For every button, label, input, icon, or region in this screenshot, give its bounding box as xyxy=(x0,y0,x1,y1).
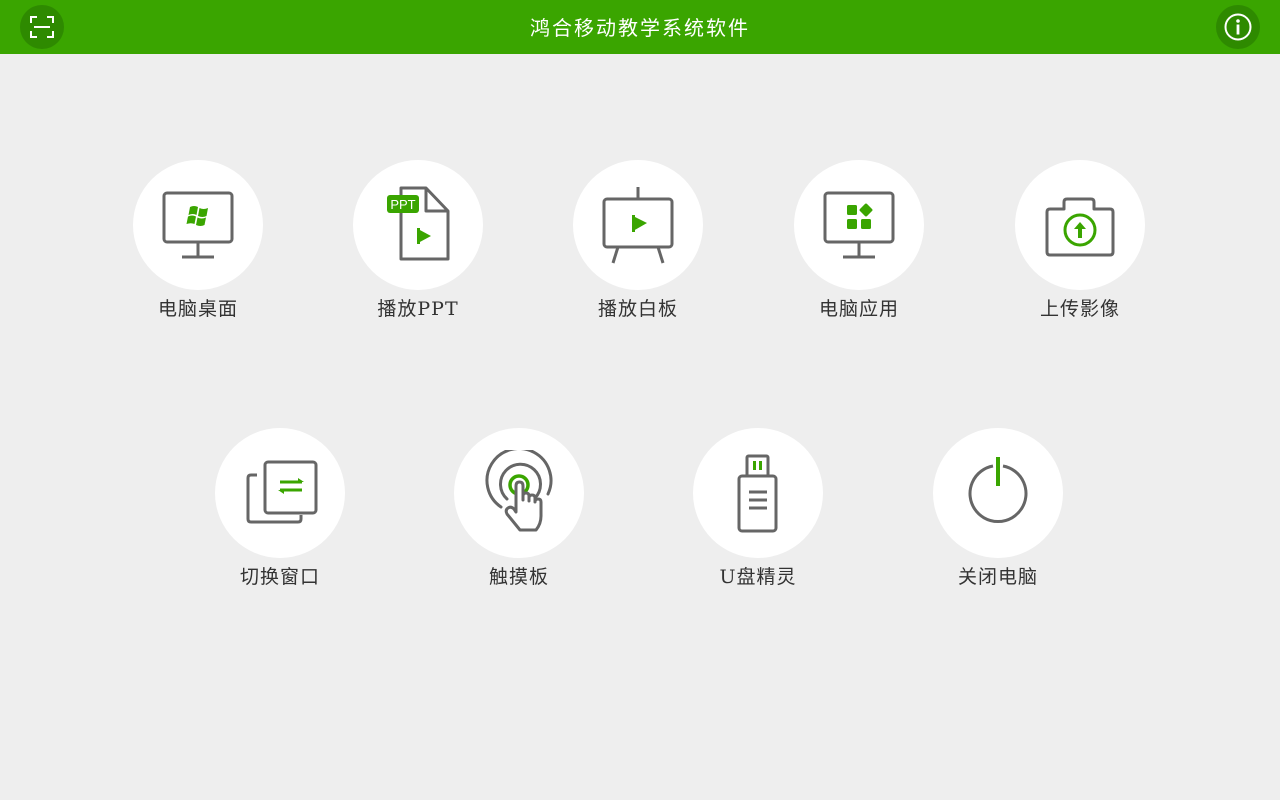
tile-label: U盘精灵 xyxy=(719,566,797,588)
tile-label: 播放PPT xyxy=(377,298,459,320)
switch-window-icon xyxy=(246,460,318,524)
scan-button[interactable] xyxy=(20,5,64,49)
tile-icon-circle xyxy=(133,160,263,290)
tile-label: 电脑应用 xyxy=(818,298,899,320)
tile-shutdown-computer[interactable]: 关闭电脑 xyxy=(908,428,1088,603)
tile-icon-circle xyxy=(933,428,1063,558)
app-header: 鸿合移动教学系统软件 xyxy=(0,0,1280,54)
info-button[interactable] xyxy=(1216,5,1260,49)
tile-computer-desktop[interactable]: 电脑桌面 xyxy=(108,160,288,335)
usb-drive-icon xyxy=(737,454,778,533)
tile-label: 触摸板 xyxy=(488,566,549,588)
ppt-badge-text: PPT xyxy=(390,197,415,212)
tile-label: 电脑桌面 xyxy=(157,298,238,320)
tile-computer-apps[interactable]: 电脑应用 xyxy=(769,160,949,335)
touchpad-icon xyxy=(485,450,553,532)
camera-upload-icon xyxy=(1045,197,1115,257)
windows-desktop-icon xyxy=(162,191,234,259)
app-title: 鸿合移动教学系统软件 xyxy=(530,16,750,40)
tile-touchpad[interactable]: 触摸板 xyxy=(429,428,609,603)
whiteboard-play-icon xyxy=(602,187,674,264)
tile-icon-circle xyxy=(454,428,584,558)
computer-apps-icon xyxy=(823,191,895,259)
tile-icon-circle xyxy=(215,428,345,558)
tile-icon-circle xyxy=(794,160,924,290)
ppt-file-icon: PPT xyxy=(387,186,450,261)
power-icon xyxy=(968,457,1028,524)
tile-icon-circle: PPT xyxy=(353,160,483,290)
tile-label: 关闭电脑 xyxy=(957,566,1038,588)
tile-play-ppt[interactable]: PPT 播放PPT xyxy=(328,160,508,335)
tile-label: 上传影像 xyxy=(1039,298,1120,320)
tile-icon-circle xyxy=(1015,160,1145,290)
tile-icon-circle xyxy=(693,428,823,558)
tile-usb-wizard[interactable]: U盘精灵 xyxy=(668,428,848,603)
tile-play-whiteboard[interactable]: 播放白板 xyxy=(548,160,728,335)
tile-icon-circle xyxy=(573,160,703,290)
tile-label: 切换窗口 xyxy=(239,566,320,588)
info-icon xyxy=(1224,13,1252,41)
scan-icon xyxy=(30,16,54,38)
tile-upload-image[interactable]: 上传影像 xyxy=(990,160,1170,335)
tile-label: 播放白板 xyxy=(597,298,678,320)
tile-switch-window[interactable]: 切换窗口 xyxy=(190,428,370,603)
